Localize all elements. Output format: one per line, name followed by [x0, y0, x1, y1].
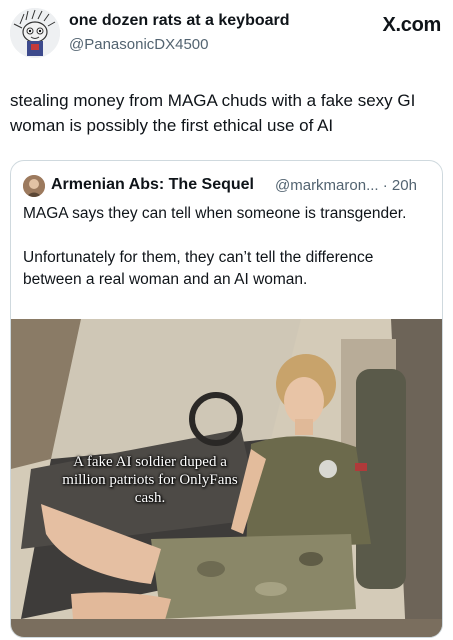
- author-display-name[interactable]: one dozen rats at a keyboard: [69, 12, 290, 30]
- quoted-post-header: Armenian Abs: The Sequel @markmaron... ·…: [23, 173, 433, 197]
- cartoon-rat-avatar-icon[interactable]: [10, 8, 60, 58]
- quoted-post[interactable]: Armenian Abs: The Sequel @markmaron... ·…: [10, 160, 443, 638]
- quoted-paragraph: Unfortunately for them, they can’t tell …: [23, 249, 374, 288]
- quoted-post-text: MAGA says they can tell when someone is …: [23, 203, 433, 291]
- author-handle[interactable]: @PanasonicDX4500: [69, 36, 208, 53]
- image-caption: A fake AI soldier duped a million patrio…: [62, 454, 238, 506]
- site-label: X.com: [382, 14, 441, 36]
- quoted-handle-time[interactable]: @markmaron... · 20h: [275, 177, 417, 194]
- user-avatar-icon[interactable]: [23, 175, 45, 197]
- quoted-paragraph: MAGA says they can tell when someone is …: [23, 205, 407, 222]
- quoted-image[interactable]: A fake AI soldier duped a million patrio…: [11, 319, 442, 637]
- quoted-display-name[interactable]: Armenian Abs: The Sequel: [51, 176, 254, 194]
- post-text: stealing money from MAGA chuds with a fa…: [10, 91, 416, 135]
- post-header: one dozen rats at a keyboard @PanasonicD…: [10, 6, 443, 64]
